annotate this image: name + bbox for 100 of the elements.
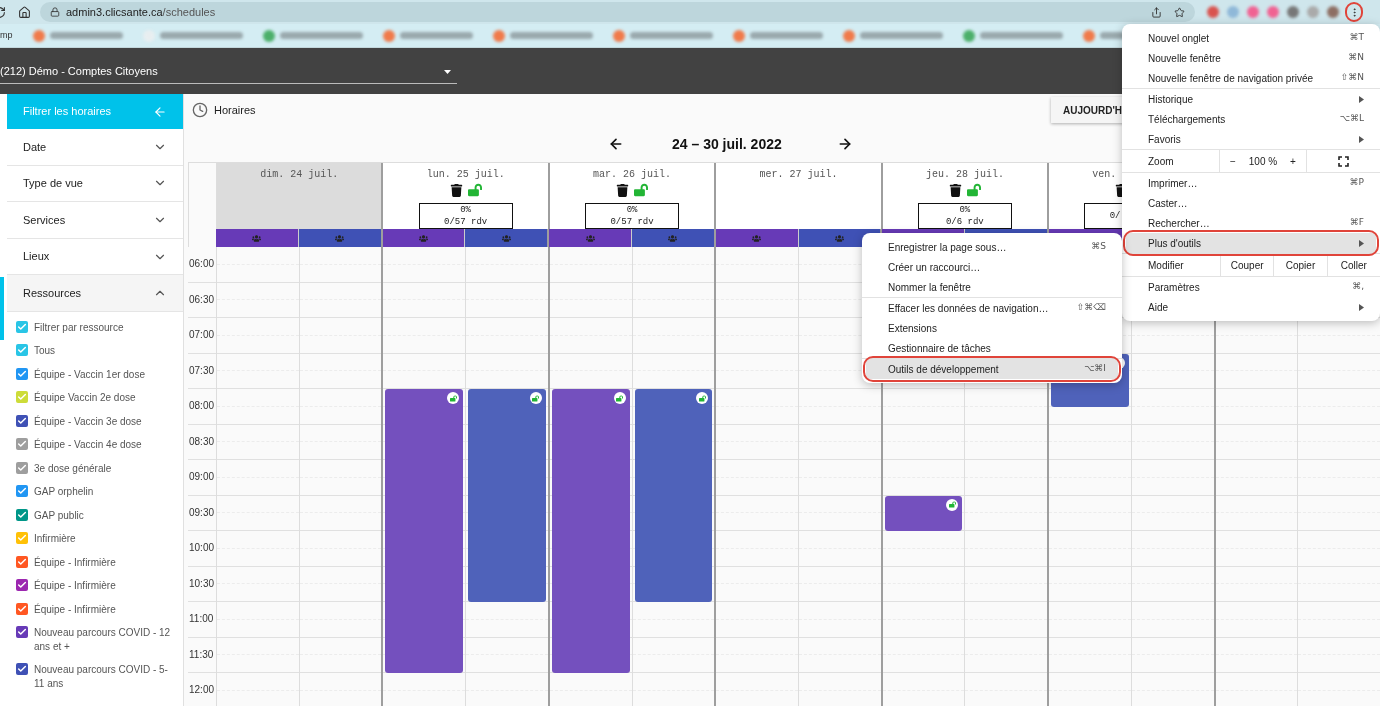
shortcut-text: ⇧⌘N bbox=[1340, 71, 1364, 85]
home-icon[interactable] bbox=[18, 5, 31, 19]
menu-item[interactable]: Nommer la fenêtre bbox=[866, 277, 1118, 297]
blurred-bookmark[interactable] bbox=[32, 29, 123, 42]
menu-button[interactable] bbox=[1345, 2, 1363, 22]
resource-label: GAP orphelin bbox=[34, 485, 94, 499]
blurred-bookmark[interactable] bbox=[612, 29, 713, 42]
menu-item[interactable]: Caster… bbox=[1126, 193, 1376, 213]
blurred-bookmark[interactable] bbox=[382, 29, 473, 42]
zoom-value: 100 % bbox=[1247, 154, 1279, 169]
edit-action-button[interactable]: Coller bbox=[1326, 254, 1380, 276]
date-range: 24 – 30 juil. 2022 bbox=[672, 134, 782, 154]
unlock-badge-icon bbox=[529, 392, 542, 404]
checkbox[interactable] bbox=[16, 602, 28, 615]
time-label: 12:00 bbox=[189, 684, 215, 695]
group-icon bbox=[252, 233, 262, 243]
schedule-block[interactable] bbox=[634, 389, 713, 602]
zoom-in-button[interactable]: + bbox=[1280, 153, 1306, 169]
group-icon bbox=[501, 233, 511, 243]
checkbox[interactable] bbox=[16, 532, 28, 545]
menu-item[interactable]: Créer un raccourci… bbox=[866, 257, 1118, 277]
day-label: dim. 24 juil. bbox=[260, 168, 339, 180]
extension-icon[interactable] bbox=[1267, 6, 1279, 18]
checkbox[interactable] bbox=[16, 555, 28, 568]
menu-item[interactable]: Aide bbox=[1126, 297, 1376, 317]
extension-icon[interactable] bbox=[1327, 6, 1339, 18]
group-icon bbox=[668, 233, 678, 243]
previous-week-button[interactable] bbox=[608, 136, 624, 152]
day-label: mar. 26 juil. bbox=[593, 168, 672, 180]
checkbox[interactable] bbox=[16, 320, 28, 333]
submenu-arrow-icon bbox=[1359, 303, 1364, 311]
group-icon bbox=[335, 233, 345, 243]
star-icon[interactable] bbox=[1174, 6, 1185, 18]
address-bar[interactable]: admin3.clicsante.ca/schedules bbox=[40, 2, 1195, 22]
checkbox[interactable] bbox=[16, 461, 28, 474]
resource-label: Équipe - Infirmière bbox=[34, 579, 116, 593]
shortcut-text: ⌘F bbox=[1349, 216, 1364, 230]
checkbox[interactable] bbox=[16, 344, 28, 357]
organization-select[interactable]: (212) Démo - Comptes Citoyens bbox=[0, 60, 457, 84]
menu-item[interactable]: Nouvel onglet ⌘T bbox=[1126, 28, 1376, 48]
menu-item[interactable]: Enregistrer la page sous… ⌘S bbox=[866, 237, 1118, 257]
trash-icon[interactable] bbox=[616, 183, 630, 197]
menu-item[interactable]: Paramètres ⌘, bbox=[1126, 277, 1376, 297]
checkbox[interactable] bbox=[16, 367, 28, 380]
extension-icon[interactable] bbox=[1207, 6, 1219, 18]
resource-label: Filtrer par ressource bbox=[34, 320, 124, 335]
filter-section-header[interactable]: Ressources bbox=[7, 275, 183, 312]
day-label: mer. 27 juil. bbox=[759, 168, 838, 180]
extension-icon[interactable] bbox=[1287, 6, 1299, 18]
zoom-out-button[interactable]: − bbox=[1220, 153, 1246, 169]
resource-label: 3e dose générale bbox=[34, 461, 112, 476]
trash-icon[interactable] bbox=[948, 183, 962, 197]
group-icon bbox=[834, 233, 844, 243]
time-label: 07:30 bbox=[189, 364, 215, 376]
menu-item[interactable]: Effacer les données de navigation… ⇧⌘⌫ bbox=[866, 298, 1118, 318]
time-label: 09:30 bbox=[189, 506, 215, 518]
menu-item[interactable]: Nouvelle fenêtre de navigation privée ⇧⌘N bbox=[1126, 68, 1376, 88]
shortcut-text: ⌘, bbox=[1352, 280, 1364, 294]
page-title: Horaires bbox=[214, 102, 256, 118]
menu-item[interactable]: Plus d'outils bbox=[1126, 233, 1376, 253]
blurred-bookmark[interactable] bbox=[262, 29, 363, 42]
time-label: 11:30 bbox=[189, 648, 214, 660]
checkbox[interactable] bbox=[16, 663, 28, 676]
menu-item[interactable]: Rechercher… ⌘F bbox=[1126, 213, 1376, 233]
menu-item[interactable]: Nouvelle fenêtre ⌘N bbox=[1126, 48, 1376, 68]
menu-item[interactable]: Extensions bbox=[866, 318, 1118, 338]
trash-icon[interactable] bbox=[449, 183, 463, 197]
checkbox[interactable] bbox=[16, 414, 28, 427]
share-icon[interactable] bbox=[1151, 6, 1162, 18]
resource-label: GAP public bbox=[34, 508, 84, 523]
resource-label: Équipe - Infirmière bbox=[34, 555, 116, 570]
extension-icon[interactable] bbox=[1307, 6, 1319, 18]
checkbox[interactable] bbox=[16, 508, 28, 521]
zoom-label: Zoom bbox=[1147, 154, 1175, 169]
edit-action-button[interactable]: Copier bbox=[1273, 254, 1327, 276]
extension-icon[interactable] bbox=[1247, 6, 1259, 18]
count-text: 0/6 rdv bbox=[945, 216, 984, 228]
blurred-bookmark[interactable] bbox=[962, 29, 1063, 42]
group-icon bbox=[752, 233, 762, 243]
bookmark-text[interactable]: mp bbox=[0, 28, 13, 43]
checkbox[interactable] bbox=[16, 438, 28, 451]
blurred-bookmark[interactable] bbox=[842, 29, 943, 42]
checkbox[interactable] bbox=[16, 626, 28, 639]
extension-icon[interactable] bbox=[1227, 6, 1239, 18]
resource-label: Nouveau parcours COVID - 5-11 ans bbox=[34, 663, 169, 691]
menu-item[interactable]: Favoris bbox=[1126, 129, 1376, 149]
schedule-block[interactable] bbox=[884, 495, 963, 531]
checkbox[interactable] bbox=[16, 485, 28, 498]
collapse-icon[interactable] bbox=[153, 104, 167, 119]
menu-item[interactable]: Outils de développement ⌥⌘I bbox=[866, 359, 1118, 379]
menu-item[interactable]: Gestionnaire de tâches bbox=[866, 338, 1118, 358]
edit-action-button[interactable]: Couper bbox=[1220, 254, 1274, 276]
blurred-bookmark[interactable] bbox=[492, 29, 593, 42]
unlock-badge-icon bbox=[613, 392, 626, 404]
checkbox[interactable] bbox=[16, 391, 28, 404]
blurred-bookmark[interactable] bbox=[142, 29, 243, 42]
submenu-arrow-icon bbox=[1359, 95, 1364, 103]
checkbox[interactable] bbox=[16, 579, 28, 592]
menu-item[interactable]: Imprimer… ⌘P bbox=[1126, 173, 1376, 193]
blurred-bookmark[interactable] bbox=[732, 29, 823, 42]
